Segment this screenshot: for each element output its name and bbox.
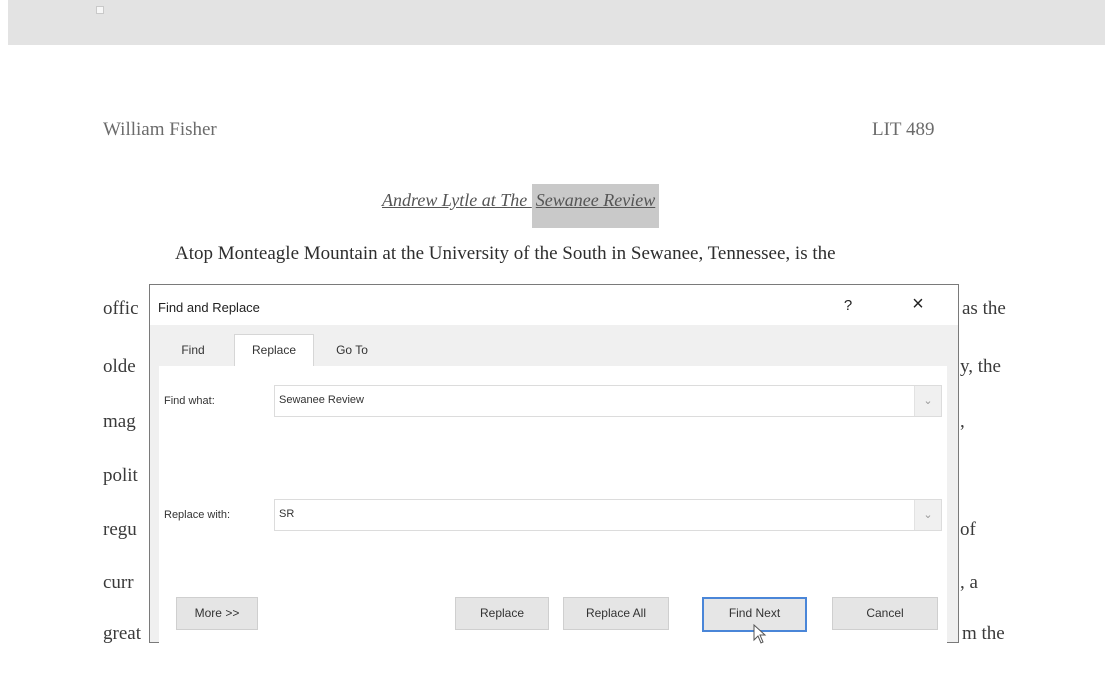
replace-with-label: Replace with: bbox=[164, 509, 231, 521]
replace-with-input[interactable]: SR bbox=[279, 508, 294, 520]
paragraph-first-line: Atop Monteagle Mountain at the Universit… bbox=[175, 243, 836, 264]
header-name: William Fisher bbox=[103, 119, 217, 140]
document-title: Andrew Lytle at The Sewanee Review bbox=[382, 184, 660, 228]
replace-panel: Find what: Sewanee Review ⌄ Replace with… bbox=[159, 366, 947, 680]
close-button[interactable]: × bbox=[907, 293, 929, 316]
right-fragment: of bbox=[960, 519, 976, 540]
left-fragment: regu bbox=[103, 519, 137, 540]
left-fragment: great bbox=[103, 623, 141, 644]
right-fragment: as the bbox=[962, 298, 1006, 319]
ruler-bar bbox=[8, 0, 1105, 45]
find-what-combo[interactable]: Sewanee Review ⌄ bbox=[274, 385, 942, 417]
right-fragment: y, the bbox=[960, 356, 1001, 377]
ruler-marker[interactable] bbox=[96, 6, 104, 14]
more-button[interactable]: More >> bbox=[176, 597, 258, 630]
right-fragment: m the bbox=[962, 623, 1005, 644]
find-what-label: Find what: bbox=[164, 395, 215, 407]
dialog-title: Find and Replace bbox=[158, 300, 260, 315]
mouse-pointer-icon bbox=[753, 624, 767, 644]
left-fragment: mag bbox=[103, 411, 136, 432]
title-text: Andrew Lytle at The bbox=[382, 190, 532, 210]
find-what-input[interactable]: Sewanee Review bbox=[279, 394, 364, 406]
tab-go-to[interactable]: Go To bbox=[322, 337, 382, 363]
left-fragment: curr bbox=[103, 572, 134, 593]
tab-find[interactable]: Find bbox=[168, 337, 218, 363]
left-fragment: polit bbox=[103, 465, 138, 486]
tab-replace[interactable]: Replace bbox=[234, 334, 314, 367]
right-fragment: , a bbox=[960, 572, 978, 593]
left-fragment: olde bbox=[103, 356, 136, 377]
right-fragment: , bbox=[960, 411, 965, 432]
replace-dropdown-icon[interactable]: ⌄ bbox=[914, 500, 941, 530]
dialog-titlebar[interactable]: Find and Replace ? × bbox=[150, 285, 958, 325]
cancel-button[interactable]: Cancel bbox=[832, 597, 938, 630]
left-fragment: offic bbox=[103, 298, 139, 319]
replace-button[interactable]: Replace bbox=[455, 597, 549, 630]
title-highlight: Sewanee Review bbox=[531, 184, 660, 228]
header-course: LIT 489 bbox=[872, 119, 935, 140]
dialog-body: Find Replace Go To Find what: Sewanee Re… bbox=[150, 325, 958, 680]
find-replace-dialog: Find and Replace ? × Find Replace Go To … bbox=[149, 284, 959, 680]
replace-all-button[interactable]: Replace All bbox=[563, 597, 669, 630]
help-button[interactable]: ? bbox=[838, 297, 858, 314]
replace-with-combo[interactable]: SR ⌄ bbox=[274, 499, 942, 531]
find-dropdown-icon[interactable]: ⌄ bbox=[914, 386, 941, 416]
